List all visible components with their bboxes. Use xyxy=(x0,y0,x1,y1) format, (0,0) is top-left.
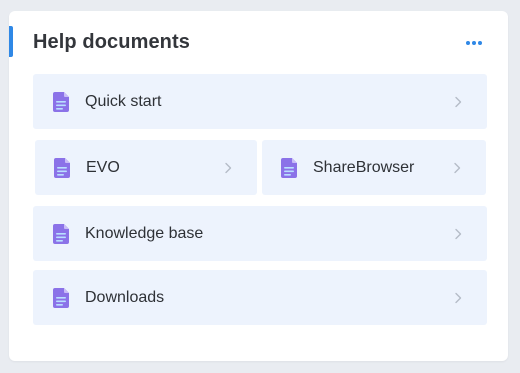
help-documents-panel: Help documents Quick start EVO ShareBrow… xyxy=(9,11,508,361)
document-icon xyxy=(281,158,297,178)
chevron-right-icon xyxy=(455,96,462,108)
help-item-quick-start[interactable]: Quick start xyxy=(33,74,487,129)
document-icon xyxy=(53,224,69,244)
more-horizontal-icon-dot xyxy=(478,41,482,45)
document-icon xyxy=(54,158,70,178)
help-item-label: EVO xyxy=(86,159,120,176)
help-item-downloads[interactable]: Downloads xyxy=(33,270,487,325)
chevron-right-icon xyxy=(455,228,462,240)
document-icon xyxy=(53,92,69,112)
chevron-right-icon xyxy=(225,162,232,174)
help-item-evo[interactable]: EVO xyxy=(35,140,257,195)
chevron-right-icon xyxy=(455,292,462,304)
title-accent-bar xyxy=(9,26,13,57)
help-item-label: Quick start xyxy=(85,93,162,110)
chevron-right-icon xyxy=(454,162,461,174)
document-icon xyxy=(53,288,69,308)
help-item-label: ShareBrowser xyxy=(313,159,415,176)
help-item-label: Downloads xyxy=(85,289,165,306)
help-item-sharebrowser[interactable]: ShareBrowser xyxy=(262,140,486,195)
help-item-label: Knowledge base xyxy=(85,225,204,242)
more-options-button[interactable] xyxy=(462,33,486,53)
help-item-knowledge-base[interactable]: Knowledge base xyxy=(33,206,487,261)
panel-title: Help documents xyxy=(33,31,190,53)
more-horizontal-icon-dot xyxy=(472,41,476,45)
more-horizontal-icon xyxy=(466,41,470,45)
